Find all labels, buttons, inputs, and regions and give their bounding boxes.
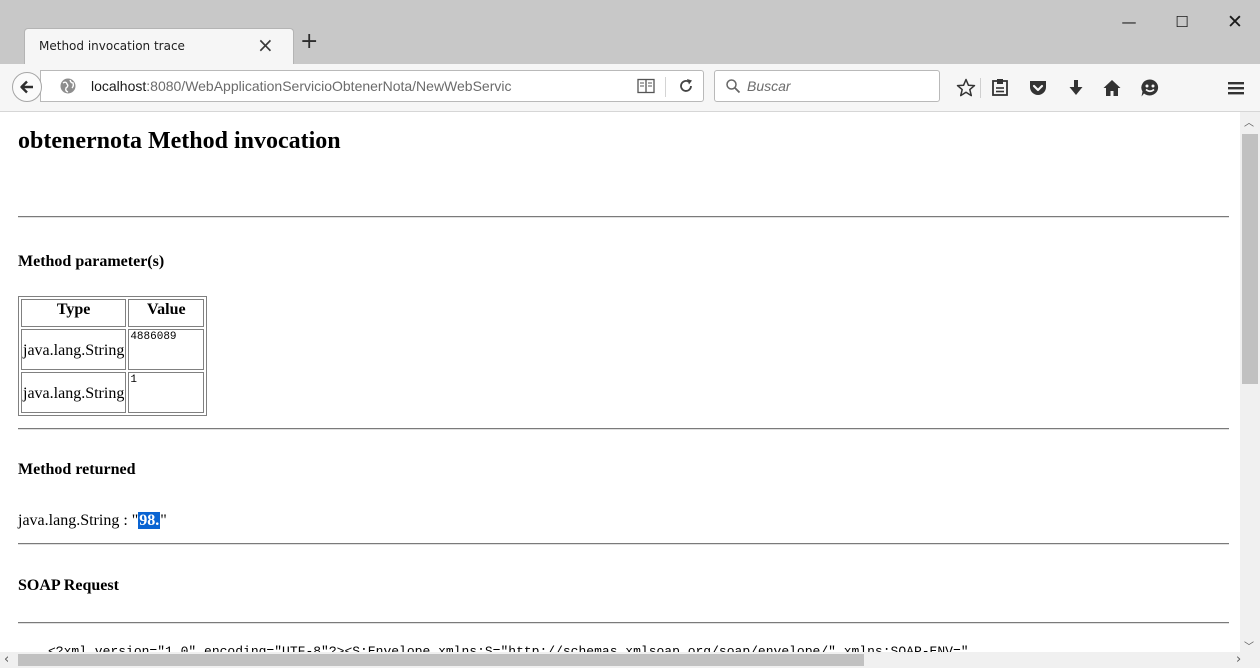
soap-request-xml: <?xml version="1.0" encoding="UTF-8"?><S… xyxy=(48,644,969,652)
scroll-left-arrow-icon[interactable]: ‹ xyxy=(4,652,9,668)
horizontal-rule xyxy=(18,428,1229,430)
home-icon[interactable] xyxy=(1102,78,1122,98)
maximize-button[interactable]: ☐ xyxy=(1159,6,1205,38)
reader-view-icon[interactable] xyxy=(637,78,655,94)
navigation-toolbar: localhost:8080/WebApplicationServicioObt… xyxy=(0,64,1260,112)
reload-icon[interactable] xyxy=(677,77,695,95)
tab-title: Method invocation trace xyxy=(39,39,185,53)
url-path: :8080/WebApplicationServicioObtenerNota/… xyxy=(146,78,512,94)
table-header-row: Type Value xyxy=(21,299,205,327)
column-header-type: Type xyxy=(21,299,127,327)
tab-close-icon[interactable]: × xyxy=(257,35,274,55)
param-value: 1 xyxy=(128,372,205,413)
url-host: localhost:8080/WebApplicationServicioObt… xyxy=(91,78,512,94)
page-title: obtenernota Method invocation xyxy=(18,128,341,154)
params-heading: Method parameter(s) xyxy=(18,253,165,270)
table-row: java.lang.String 4886089 xyxy=(21,329,205,370)
downloads-icon[interactable] xyxy=(1066,78,1086,98)
parameters-table: Type Value java.lang.String 4886089 java… xyxy=(18,296,208,416)
back-icon xyxy=(20,80,33,94)
new-tab-button[interactable]: + xyxy=(300,30,318,54)
pocket-icon[interactable] xyxy=(1028,78,1048,98)
returned-heading: Method returned xyxy=(18,461,136,478)
param-type: java.lang.String xyxy=(21,329,127,370)
vertical-scroll-thumb[interactable] xyxy=(1242,134,1258,384)
close-window-button[interactable]: ✕ xyxy=(1212,6,1258,38)
title-bar: Method invocation trace × + — ☐ ✕ xyxy=(0,0,1260,64)
scroll-right-arrow-icon[interactable]: › xyxy=(1236,652,1241,668)
search-icon xyxy=(726,79,741,94)
back-button[interactable] xyxy=(12,72,42,102)
search-bar[interactable]: Buscar xyxy=(714,70,940,102)
horizontal-rule xyxy=(18,216,1229,218)
bookmark-star-icon[interactable] xyxy=(956,78,976,98)
param-type: java.lang.String xyxy=(21,372,127,413)
bookmarks-library-icon[interactable] xyxy=(990,78,1010,98)
tab-active[interactable]: Method invocation trace × xyxy=(24,28,294,64)
returned-prefix: java.lang.String : " xyxy=(18,512,139,529)
horizontal-rule xyxy=(18,622,1229,624)
hello-icon[interactable] xyxy=(1140,78,1160,98)
scroll-up-arrow-icon[interactable]: ︿ xyxy=(1244,114,1254,129)
returned-suffix: " xyxy=(160,512,167,529)
url-bar-divider xyxy=(665,77,666,97)
returned-value-line: java.lang.String : "98." xyxy=(18,512,167,530)
url-bar[interactable]: localhost:8080/WebApplicationServicioObt… xyxy=(40,70,704,102)
param-value: 4886089 xyxy=(128,329,205,370)
globe-icon[interactable] xyxy=(59,77,77,95)
horizontal-rule xyxy=(18,543,1229,545)
returned-value[interactable]: 98. xyxy=(138,512,161,529)
table-row: java.lang.String 1 xyxy=(21,372,205,413)
soap-request-heading: SOAP Request xyxy=(18,577,119,594)
search-placeholder: Buscar xyxy=(747,78,791,94)
horizontal-scroll-thumb[interactable] xyxy=(18,654,864,666)
scroll-down-arrow-icon[interactable]: ﹀ xyxy=(1244,638,1254,653)
toolbar-divider xyxy=(980,78,981,98)
menu-icon[interactable] xyxy=(1226,78,1246,98)
minimize-button[interactable]: — xyxy=(1106,6,1152,38)
column-header-value: Value xyxy=(128,299,205,327)
url-text[interactable]: localhost:8080/WebApplicationServicioObt… xyxy=(91,71,605,101)
page-content: obtenernota Method invocation Method par… xyxy=(0,112,1240,652)
